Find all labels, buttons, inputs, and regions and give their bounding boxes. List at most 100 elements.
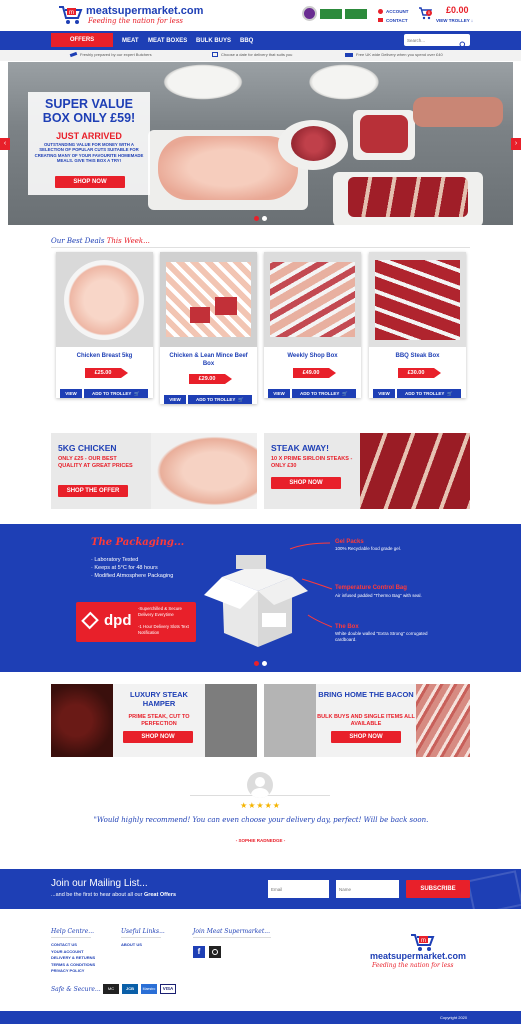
product-title[interactable]: BBQ Steak Box [369, 352, 466, 360]
product-card: Chicken & Lean Mince Beef Box £29.00 VIE… [160, 252, 257, 404]
hygiene-rating-icon [320, 9, 342, 19]
product-image[interactable] [56, 252, 153, 347]
account-label: ACCOUNT [386, 8, 409, 14]
email-field[interactable] [268, 880, 329, 898]
packaging-title: The Packaging... [91, 537, 185, 548]
usp-delivery-date: Choose a date for delivery that suits yo… [212, 52, 292, 57]
product-title[interactable]: Chicken Breast 5kg [56, 352, 153, 360]
contact-link[interactable]: CONTACT [378, 16, 408, 24]
cart-icon: 🛒 [447, 390, 454, 396]
hero-next-arrow[interactable]: › [511, 138, 521, 150]
calendar-icon [212, 52, 218, 57]
instagram-icon[interactable] [209, 946, 221, 958]
knife-icon [69, 51, 78, 58]
box-body: White double walled "Extra Strong" corru… [335, 631, 428, 642]
avatar-body [251, 788, 269, 798]
hero-dot[interactable] [262, 216, 267, 221]
trolley-logo-icon: m [58, 4, 84, 26]
promo-shop-now-button[interactable]: SHOP NOW [271, 477, 341, 489]
product-view-button[interactable]: VIEW [268, 389, 290, 398]
hamper-shop-now-button[interactable]: SHOP NOW [123, 731, 193, 743]
search-icon[interactable] [459, 36, 467, 49]
footer-link-privacy[interactable]: PRIVACY POLICY [51, 968, 95, 975]
promo-banner-chicken[interactable]: 5KG CHICKEN ONLY £25 - OUR BEST QUALITY … [51, 433, 257, 509]
product-price: £49.00 [293, 368, 336, 378]
hero-banner: SUPER VALUE BOX ONLY £59! JUST ARRIVED O… [8, 62, 513, 225]
product-image[interactable] [369, 252, 466, 347]
nav-item-bulk-buys[interactable]: BULK BUYS [196, 38, 231, 44]
usp-text: Freshly prepared by our expert Butchers [80, 52, 152, 57]
hero-body: OUTSTANDING VALUE FOR MONEY WITH A SELEC… [34, 142, 144, 163]
instagram-ring [212, 949, 218, 955]
dpd-line-1: -Superchilled & Secure Delivery Everytim… [138, 606, 182, 617]
product-add-to-trolley-button[interactable]: ADD TO TROLLEY 🛒 [397, 389, 461, 398]
mailing-title: Join our Mailing List... [51, 878, 148, 889]
mini-cart[interactable]: 0 £0.00 VIEW TROLLEY ↓ [418, 4, 474, 26]
product-image[interactable] [160, 252, 257, 347]
hero-shop-now-button[interactable]: SHOP NOW [55, 176, 125, 188]
account-link[interactable]: ACCOUNT [378, 7, 409, 15]
useful-links: ABOUT US [121, 942, 142, 949]
product-view-button[interactable]: VIEW [164, 395, 186, 404]
product-view-button[interactable]: VIEW [60, 389, 82, 398]
hamper-banner-steak[interactable]: LUXURY STEAK HAMPER PRIME STEAK, CUT TO … [51, 684, 257, 757]
bacon-slate-image [264, 684, 316, 757]
offers-button[interactable]: OFFERS [51, 33, 113, 47]
hero-title: SUPER VALUE BOX ONLY £59! [42, 97, 136, 125]
promo-shop-offer-button[interactable]: SHOP THE OFFER [58, 485, 128, 497]
copyright-text: Copyright 2020 [440, 1015, 468, 1020]
offers-label: OFFERS [69, 37, 95, 43]
facebook-icon[interactable]: f [193, 946, 205, 958]
cart-icon: 🛒 [134, 390, 141, 396]
dpd-cube-icon [81, 611, 99, 630]
footer-link-delivery[interactable]: DELIVERY & RETURNS [51, 955, 95, 962]
best-deals-heading-a: Our Best Deals [51, 237, 107, 245]
contact-label: CONTACT [386, 17, 408, 23]
product-title[interactable]: Weekly Shop Box [264, 352, 361, 360]
product-image[interactable] [264, 252, 361, 347]
view-trolley-link[interactable]: VIEW TROLLEY ↓ [436, 18, 473, 23]
search-input[interactable] [407, 35, 455, 45]
temp-bag-body: Air infused padded "Thermo Bag" with sea… [335, 593, 422, 598]
bacon-shop-now-button[interactable]: SHOP NOW [331, 731, 401, 743]
subscribe-button[interactable]: SUBSCRIBE [406, 880, 470, 898]
best-deals-heading-b: This Week... [106, 237, 150, 245]
product-view-button[interactable]: VIEW [373, 389, 395, 398]
bacon-body: BULK BUYS AND SINGLE ITEMS ALL AVAILABLE [317, 714, 415, 727]
hero-promo-panel: SUPER VALUE BOX ONLY £59! JUST ARRIVED O… [28, 92, 150, 195]
envelope-icon [378, 18, 383, 22]
product-add-to-trolley-button[interactable]: ADD TO TROLLEY 🛒 [292, 389, 356, 398]
hero-steak [348, 177, 468, 217]
site-logo[interactable]: m meatsupermarket.com Feeding the nation… [58, 4, 218, 26]
packaging-point-1: · Laboratory Tested [91, 557, 139, 563]
name-field[interactable] [336, 880, 399, 898]
bacon-title: BRING HOME THE BACON [318, 690, 414, 699]
dpd-logo: dpd [104, 612, 132, 629]
product-mince-pack [215, 297, 237, 315]
packaging-dot-active[interactable] [254, 661, 259, 666]
product-card: Chicken Breast 5kg £25.00 VIEW ADD TO TR… [56, 252, 153, 398]
useful-links-title: Useful Links... [121, 928, 165, 935]
footer-link-about[interactable]: ABOUT US [121, 942, 142, 949]
dpd-line-2: -1 Hour Delivery Slots Text Notification [138, 624, 189, 635]
hero-prev-arrow[interactable]: ‹ [0, 138, 10, 150]
hero-dot-active[interactable] [254, 216, 259, 221]
nav-item-meat-boxes[interactable]: MEAT BOXES [148, 38, 187, 44]
help-centre-title: Help Centre... [51, 928, 95, 935]
cart-total: £0.00 [446, 5, 469, 15]
product-title[interactable]: Chicken & Lean Mince Beef Box [164, 352, 253, 368]
packaging-dot[interactable] [262, 661, 267, 666]
best-deals-divider [51, 247, 470, 248]
promo-banner-steak[interactable]: STEAK AWAY! 10 X PRIME SIRLOIN STEAKS - … [264, 433, 470, 509]
product-add-to-trolley-button[interactable]: ADD TO TROLLEY 🛒 [84, 389, 148, 398]
product-chicken-mince [166, 262, 251, 337]
hamper-banner-bacon[interactable]: BRING HOME THE BACON BULK BUYS AND SINGL… [264, 684, 470, 757]
cart-count: 0 [426, 10, 432, 16]
packaging-arrows [280, 535, 340, 635]
nav-item-bbq[interactable]: BBQ [240, 38, 253, 44]
footer-logo-tagline: Feeding the nation for less [372, 962, 454, 969]
hygiene-rating-icon-2 [345, 9, 367, 19]
nav-item-meat[interactable]: MEAT [122, 38, 139, 44]
product-add-to-trolley-button[interactable]: ADD TO TROLLEY 🛒 [188, 395, 252, 404]
hamper-body: PRIME STEAK, CUT TO PERFECTION [128, 714, 190, 727]
